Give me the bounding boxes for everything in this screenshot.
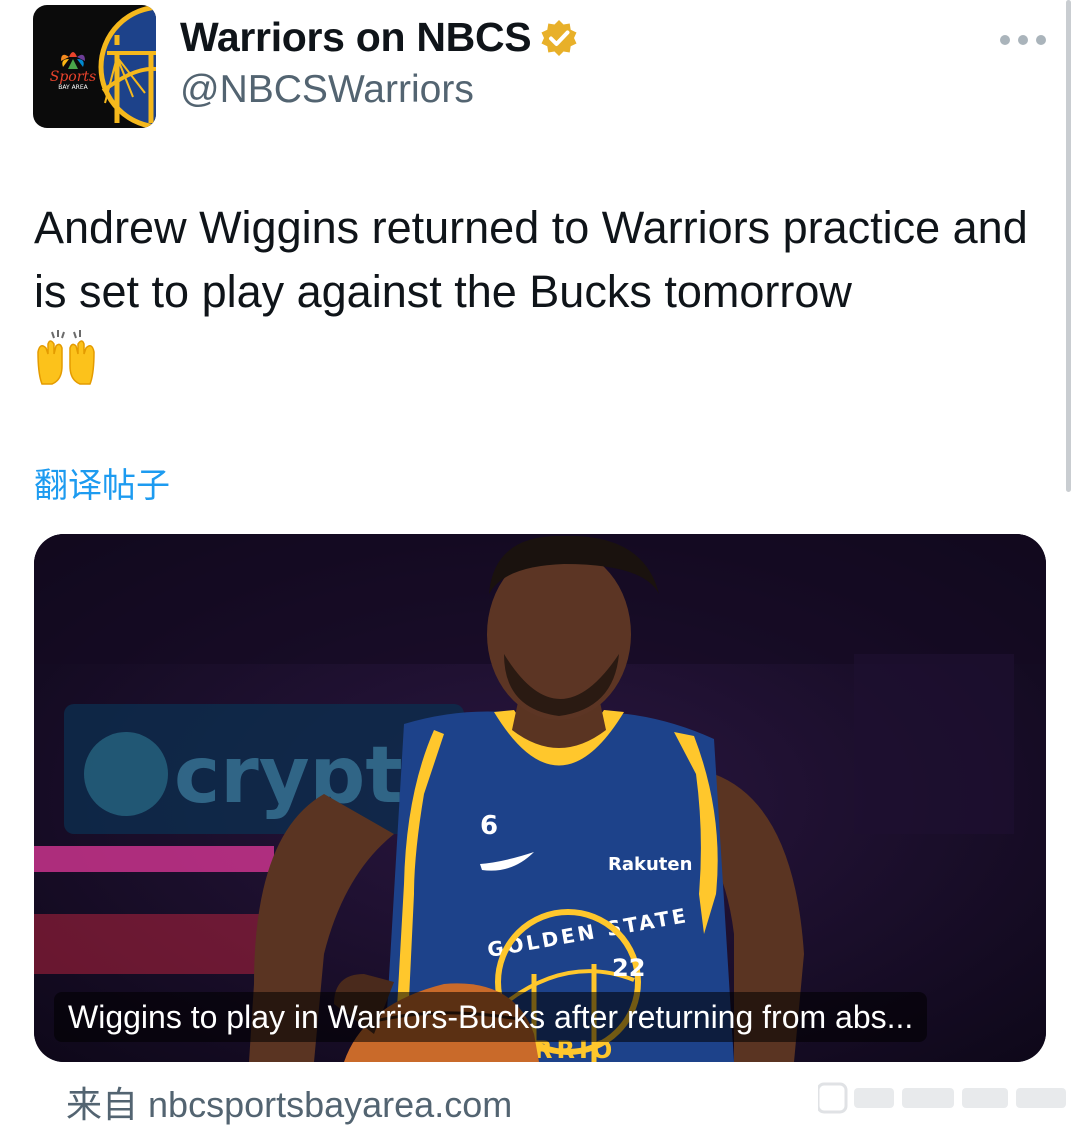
author-name-row[interactable]: Warriors on NBCS: [180, 14, 579, 61]
scrollbar[interactable]: [1066, 0, 1071, 492]
more-dot: [1000, 35, 1010, 45]
avatar[interactable]: Sports BAY AREA: [33, 5, 156, 128]
jersey-logo-number: 22: [612, 954, 645, 982]
card-caption: Wiggins to play in Warriors-Bucks after …: [54, 992, 928, 1042]
watermark-logo: [818, 1082, 1066, 1114]
tweet-body: Andrew Wiggins returned to Warriors prac…: [34, 202, 1028, 317]
raising-hands-emoji: 🙌: [37, 330, 95, 385]
author-handle[interactable]: @NBCSWarriors: [180, 68, 474, 112]
jersey-number-small: 6: [480, 811, 498, 841]
more-dots-icon[interactable]: [1000, 28, 1046, 52]
nbc-sports-bay-area-warriors-logo: Sports BAY AREA: [50, 5, 156, 128]
more-dot: [1036, 35, 1046, 45]
avatar-logo-subtext: BAY AREA: [58, 84, 88, 91]
card-source[interactable]: 来自 nbcsportsbayarea.com: [66, 1076, 512, 1128]
translate-post-link[interactable]: 翻译帖子: [34, 458, 170, 507]
avatar-logo-text: Sports: [50, 69, 96, 85]
display-name[interactable]: Warriors on NBCS: [180, 14, 532, 61]
verified-badge-icon: [541, 19, 577, 56]
jersey-sponsor: Rakuten: [608, 854, 692, 875]
link-card[interactable]: crypto 6 Rakuten GOLDEN STATE 22 RRIO Wi…: [34, 534, 1046, 1062]
tweet-text: Andrew Wiggins returned to Warriors prac…: [34, 196, 1044, 388]
article-photo: crypto 6 Rakuten GOLDEN STATE 22 RRIO: [34, 534, 1046, 1062]
card-source-prefix: 来自: [66, 1084, 139, 1125]
more-dot: [1018, 35, 1028, 45]
card-source-domain[interactable]: nbcsportsbayarea.com: [148, 1084, 512, 1125]
